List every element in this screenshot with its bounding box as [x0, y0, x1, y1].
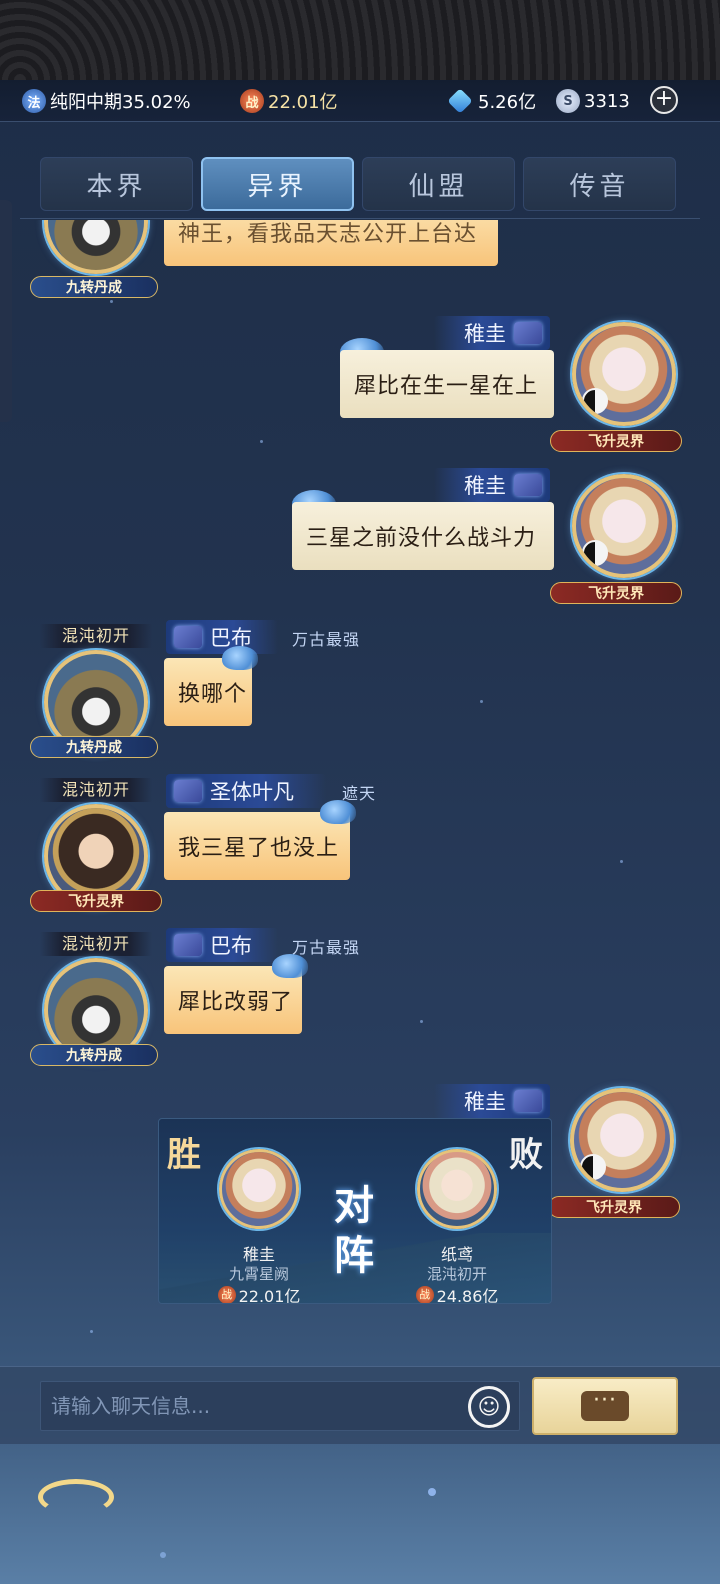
cloud-decoration-icon	[320, 800, 356, 824]
combat-power[interactable]: 战 22.01亿	[240, 88, 338, 114]
star-decoration	[260, 440, 263, 443]
sender-name: 巴布	[210, 934, 252, 958]
realm-badge: 飞升灵界	[550, 430, 682, 452]
loser-avatar[interactable]	[417, 1149, 497, 1229]
gem-icon	[447, 88, 473, 114]
avatar[interactable]	[572, 474, 676, 578]
battle-power-icon: 战	[240, 89, 264, 113]
vip-icon	[514, 322, 542, 344]
sender-name: 稚圭	[464, 474, 506, 498]
sender-name: 圣体叶凡	[210, 780, 294, 804]
realm-badge: 飞升灵界	[550, 582, 682, 604]
star-decoration	[420, 1020, 423, 1023]
sender-title: 遮天	[342, 784, 377, 803]
sender-name: 稚圭	[464, 1090, 506, 1114]
realm-badge: 九转丹成	[30, 276, 158, 298]
winner-name: 稚圭	[242, 1245, 275, 1264]
emoji-icon[interactable]: ☺	[468, 1386, 510, 1428]
gem-value: 5.26亿	[478, 92, 537, 113]
winner-power: 战 22.01亿	[194, 1283, 324, 1303]
star-decoration	[90, 1330, 93, 1333]
yin-yang-icon	[582, 388, 608, 414]
message-bubble[interactable]: 神王，看我品天志公开上台达	[164, 220, 498, 266]
battle-power-icon: 战	[217, 1286, 236, 1303]
sender-name-bar: 巴布	[166, 928, 278, 962]
combat-power-value: 22.01亿	[268, 92, 338, 113]
loser-realm: 混沌初开	[426, 1265, 487, 1283]
gem-currency[interactable]: 5.26亿	[447, 88, 537, 114]
divider	[20, 218, 700, 219]
winner-realm: 九霄星阙	[228, 1265, 289, 1283]
cloud-decoration-icon	[222, 646, 258, 670]
chat-input[interactable]	[40, 1381, 520, 1431]
tab-private-message[interactable]: 传音	[523, 157, 676, 211]
vip-icon	[174, 780, 202, 802]
victory-label: 胜	[167, 1135, 201, 1175]
coin-value: 3313	[584, 90, 630, 112]
yin-yang-icon	[582, 540, 608, 566]
avatar[interactable]	[570, 1088, 674, 1192]
realm-badge: 九转丹成	[30, 1044, 158, 1066]
star-decoration	[428, 1488, 436, 1496]
battle-report-card[interactable]: 胜 败 对 阵 稚圭 九霄星阙 战 22.01亿 纸鸢 混沌初开 战 24.86…	[158, 1118, 552, 1304]
cloud-menu-icon[interactable]	[34, 1472, 118, 1522]
message-bubble[interactable]: 我三星了也没上	[164, 812, 350, 880]
chat-input-area: ☺ ···	[0, 1366, 720, 1444]
dharma-icon: 法	[22, 89, 46, 113]
defeat-label: 败	[509, 1135, 543, 1175]
spirit-stone-icon: S	[556, 89, 580, 113]
avatar[interactable]	[572, 322, 676, 426]
vip-icon	[514, 1090, 542, 1112]
sender-realm-title: 混沌初开	[40, 932, 152, 956]
star-decoration	[480, 700, 483, 703]
sender-realm-title: 混沌初开	[40, 778, 152, 802]
avatar[interactable]	[44, 220, 148, 274]
coin-currency[interactable]: S 3313	[556, 88, 630, 114]
sender-title: 万古最强	[292, 938, 361, 957]
tab-other-realm[interactable]: 异界	[201, 157, 354, 211]
resource-bar: 法 纯阳中期35.02% 战 22.01亿 5.26亿 S 3313 +	[0, 80, 720, 122]
cultivation-status[interactable]: 法 纯阳中期35.02%	[22, 88, 191, 114]
sender-name-bar: 稚圭	[434, 316, 550, 350]
message-bubble[interactable]: 三星之前没什么战斗力	[292, 502, 554, 570]
sender-name-bar: 稚圭	[434, 1084, 550, 1118]
chat-message-clipped: 神王，看我品天志公开上台达 九转丹成	[0, 220, 720, 304]
sender-name-bar: 圣体叶凡	[166, 774, 326, 808]
realm-badge: 飞升灵界	[548, 1196, 680, 1218]
chat-bubble-icon: ···	[581, 1390, 629, 1421]
star-decoration	[160, 1552, 166, 1558]
versus-label: 对 阵	[334, 1182, 374, 1279]
vip-icon	[174, 934, 202, 956]
vip-icon	[514, 474, 542, 496]
tab-local-realm[interactable]: 本界	[40, 157, 193, 211]
cultivation-text: 纯阳中期35.02%	[50, 92, 191, 113]
sender-realm-title: 混沌初开	[40, 624, 152, 648]
plus-icon[interactable]: +	[650, 86, 678, 114]
send-button[interactable]: ···	[532, 1377, 678, 1435]
cloud-decoration-icon	[272, 954, 308, 978]
winner-avatar[interactable]	[219, 1149, 299, 1229]
sender-name: 稚圭	[464, 322, 506, 346]
sender-name-bar: 巴布	[166, 620, 278, 654]
loser-name: 纸鸢	[440, 1245, 473, 1264]
yin-yang-icon	[580, 1154, 606, 1180]
message-bubble[interactable]: 犀比在生一星在上	[340, 350, 554, 418]
star-decoration	[620, 860, 623, 863]
realm-badge: 飞升灵界	[30, 890, 162, 912]
loser-power: 战 24.86亿	[392, 1283, 522, 1303]
vip-icon	[174, 626, 202, 648]
sender-name-bar: 稚圭	[434, 468, 550, 502]
realm-badge: 九转丹成	[30, 736, 158, 758]
channel-tabs: 本界 异界 仙盟 传音	[40, 157, 680, 211]
tab-alliance[interactable]: 仙盟	[362, 157, 515, 211]
status-bar-area	[0, 0, 720, 80]
battle-power-icon: 战	[415, 1286, 434, 1303]
sender-title: 万古最强	[292, 630, 361, 649]
